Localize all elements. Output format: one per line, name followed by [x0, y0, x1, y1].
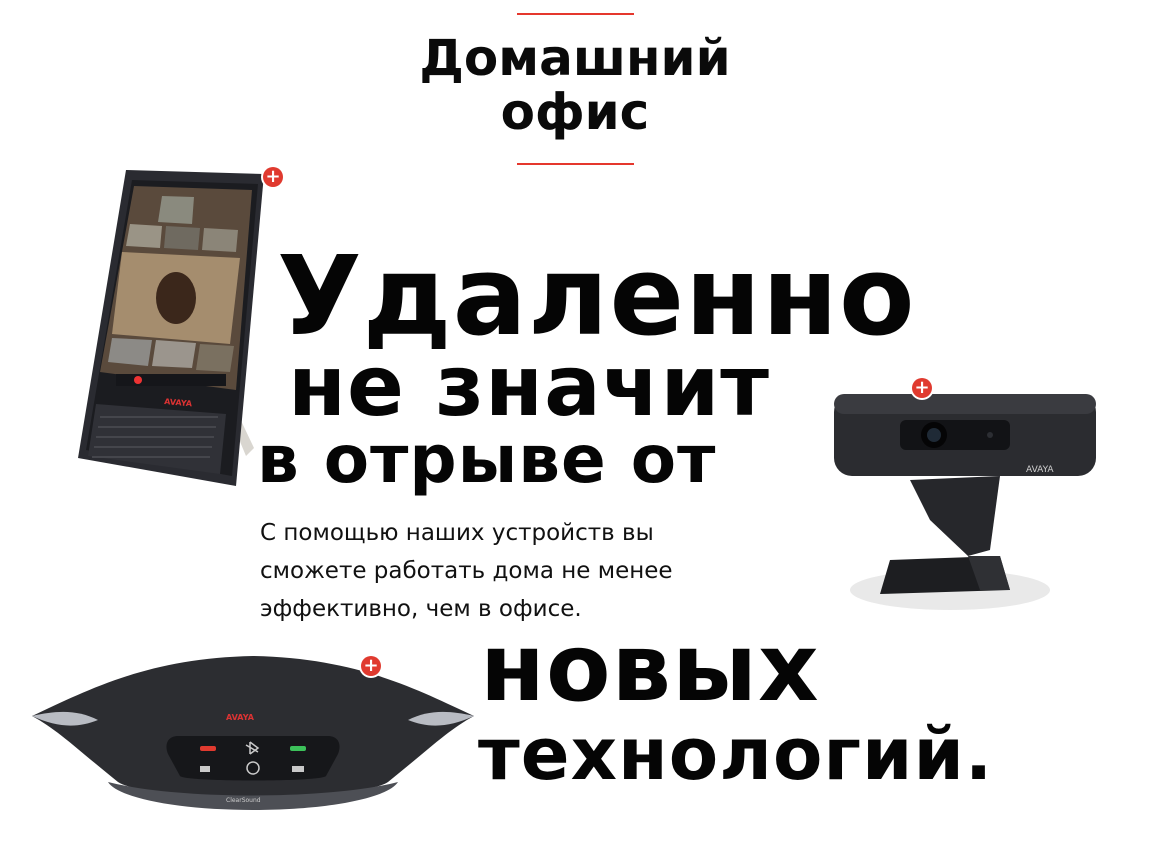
headline-line3: в отрыве от	[257, 421, 717, 498]
bottom-accent-rule	[517, 163, 634, 165]
volume-down-icon[interactable]	[200, 766, 210, 772]
page-title-line1: Домашний	[419, 29, 731, 87]
phone-hangup-icon[interactable]	[200, 746, 216, 751]
camera-brand-logo: AVAYA	[1026, 465, 1054, 475]
webcam-device-image: AVAYA	[834, 394, 1096, 610]
speakerphone-device-image: AVAYA ClearSound	[32, 656, 474, 810]
speaker-sub-logo: ClearSound	[226, 797, 261, 804]
description-text: С помощью наших устройств вы сможете раб…	[260, 514, 780, 628]
top-accent-rule	[517, 13, 634, 15]
description-line2: сможете работать дома не менее	[260, 558, 673, 584]
page-title-line2: офис	[500, 83, 650, 141]
camera-plus-button[interactable]: +	[912, 378, 932, 398]
volume-up-icon[interactable]	[292, 766, 304, 772]
tablet-plus-button[interactable]: +	[263, 167, 283, 187]
description-line1: С помощью наших устройств вы	[260, 520, 654, 546]
tablet-device-image: AVAYA	[78, 170, 264, 486]
speaker-brand-logo: AVAYA	[226, 713, 255, 722]
headline-line5: технологий.	[478, 712, 994, 796]
phone-answer-icon[interactable]	[290, 746, 306, 751]
speaker-plus-button[interactable]: +	[361, 656, 381, 676]
description-line3: эффективно, чем в офисе.	[260, 596, 582, 622]
